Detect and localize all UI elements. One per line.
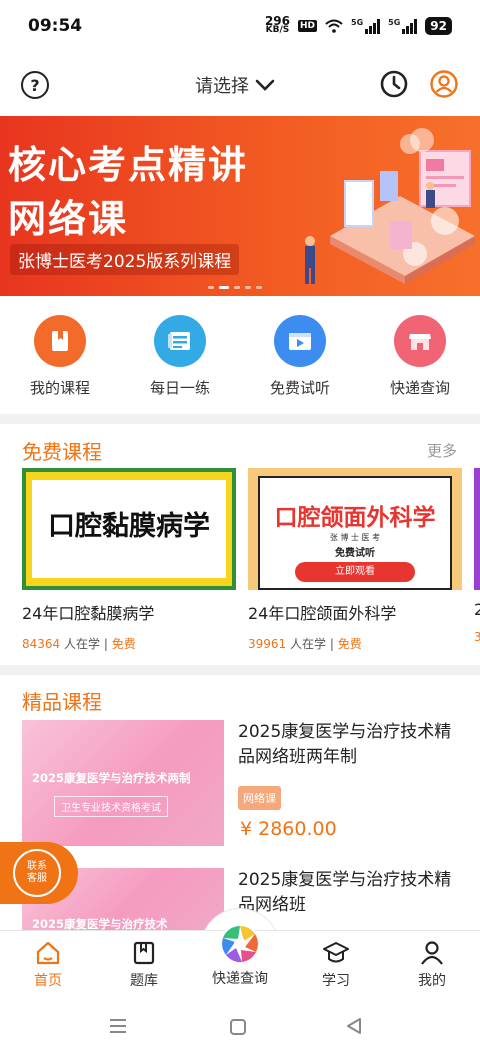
home-icon bbox=[36, 941, 60, 965]
wifi-icon bbox=[325, 19, 343, 33]
free-course-card-partial[interactable]: 2 3 bbox=[474, 468, 480, 644]
course-title: 24年口腔黏膜病学 bbox=[22, 604, 155, 623]
quick-link-free-trial[interactable]: 免费试听 bbox=[240, 300, 360, 412]
banner-subtitle: 张博士医考2025版系列课程 bbox=[10, 244, 240, 275]
section-divider bbox=[0, 665, 480, 675]
quick-link-express[interactable]: 快递查询 bbox=[360, 300, 480, 412]
home-square-icon[interactable] bbox=[229, 1018, 247, 1036]
banner-dot[interactable] bbox=[256, 286, 262, 289]
banner-illustration bbox=[305, 128, 475, 284]
course-title: 2 bbox=[474, 600, 480, 619]
contact-service-button[interactable]: 联系 客服 bbox=[0, 842, 78, 904]
course-title: 24年口腔颌面外科学 bbox=[248, 604, 397, 623]
course-price: ¥ 2860.00 bbox=[240, 818, 337, 840]
course-meta: 39961 人在学 | 免费 bbox=[248, 637, 362, 651]
course-thumbnail bbox=[474, 468, 480, 590]
premium-course-thumbnail[interactable]: 2025康复医学与治疗技术两制 卫生专业技术资格考试 bbox=[22, 720, 224, 846]
quick-link-daily-practice[interactable]: 每日一练 bbox=[120, 300, 240, 412]
menu-icon[interactable] bbox=[108, 1018, 128, 1034]
section-divider bbox=[0, 414, 480, 424]
status-icons: 296 KB/S HD 5G 5G 92 bbox=[264, 14, 452, 35]
cell-signal-icon-2: 5G bbox=[388, 18, 418, 34]
network-speed: 296 KB/S bbox=[264, 14, 290, 35]
graduation-cap-icon bbox=[323, 942, 349, 963]
course-type-badge: 网络课 bbox=[238, 786, 281, 810]
book-icon bbox=[34, 315, 86, 367]
tab-question-bank[interactable]: 题库 bbox=[96, 931, 192, 998]
exam-selector[interactable]: 请选择 bbox=[195, 72, 275, 98]
free-course-card[interactable]: 口腔颌面外科学 张 博 士 医 考 免费试听 立即观看 24年口腔颌面外科学 3… bbox=[248, 468, 462, 652]
tab-home[interactable]: 首页 bbox=[0, 931, 96, 998]
back-icon[interactable] bbox=[345, 1017, 363, 1035]
banner-dot-active[interactable] bbox=[219, 286, 229, 289]
course-thumbnail: 口腔黏膜病学 bbox=[22, 468, 236, 590]
status-time: 09:54 bbox=[28, 16, 83, 36]
cell-signal-icon: 5G bbox=[351, 18, 381, 34]
shop-icon bbox=[394, 315, 446, 367]
quick-link-my-courses[interactable]: 我的课程 bbox=[0, 300, 120, 412]
banner-pagination bbox=[208, 286, 262, 289]
premium-course-title[interactable]: 2025康复医学与治疗技术精品网络班两年制 bbox=[238, 720, 466, 770]
free-course-card[interactable]: 口腔黏膜病学 24年口腔黏膜病学 84364 人在学 | 免费 bbox=[22, 468, 236, 652]
history-clock-icon[interactable] bbox=[380, 70, 408, 98]
thumbnail-text: 口腔颌面外科学 bbox=[274, 505, 436, 531]
system-navigation-bar bbox=[0, 998, 480, 1056]
practice-icon bbox=[154, 315, 206, 367]
premium-courses-title: 精品课程 bbox=[22, 690, 102, 714]
top-nav: ? 请选择 bbox=[0, 58, 480, 114]
thumbnail-text: 口腔黏膜病学 bbox=[48, 511, 210, 542]
course-meta: 84364 人在学 | 免费 bbox=[22, 637, 136, 651]
watch-now-button: 立即观看 bbox=[295, 562, 415, 582]
banner-dot[interactable] bbox=[234, 286, 240, 289]
hd-icon: HD bbox=[298, 20, 318, 32]
banner-dot[interactable] bbox=[208, 286, 214, 289]
question-bank-icon bbox=[133, 941, 155, 965]
status-bar: 09:54 296 KB/S HD 5G 5G 92 bbox=[0, 0, 480, 52]
free-courses-more-link[interactable]: 更多 bbox=[427, 440, 457, 461]
banner-title-line2: 网络课 bbox=[8, 197, 129, 241]
free-courses-title: 免费课程 bbox=[22, 440, 102, 464]
banner-dot[interactable] bbox=[245, 286, 251, 289]
quick-links: 我的课程 每日一练 免费试听 快递查询 bbox=[0, 300, 480, 412]
aperture-icon[interactable] bbox=[217, 921, 263, 967]
tab-mine[interactable]: 我的 bbox=[384, 931, 480, 998]
course-thumbnail: 口腔颌面外科学 张 博 士 医 考 免费试听 立即观看 bbox=[248, 468, 462, 590]
play-video-icon bbox=[274, 315, 326, 367]
course-meta: 3 bbox=[474, 630, 480, 644]
person-icon bbox=[421, 941, 443, 965]
promo-banner[interactable]: 核心考点精讲 网络课 张博士医考2025版系列课程 bbox=[0, 116, 480, 296]
help-icon[interactable]: ? bbox=[21, 71, 49, 99]
tab-study[interactable]: 学习 bbox=[288, 931, 384, 998]
chevron-down-icon bbox=[255, 79, 275, 91]
user-avatar-icon[interactable] bbox=[430, 70, 458, 98]
banner-title-line1: 核心考点精讲 bbox=[8, 143, 249, 187]
battery-indicator: 92 bbox=[425, 17, 452, 35]
premium-course-title[interactable]: 2025康复医学与治疗技术精品网络班 bbox=[238, 868, 466, 928]
selector-label: 请选择 bbox=[195, 76, 249, 97]
